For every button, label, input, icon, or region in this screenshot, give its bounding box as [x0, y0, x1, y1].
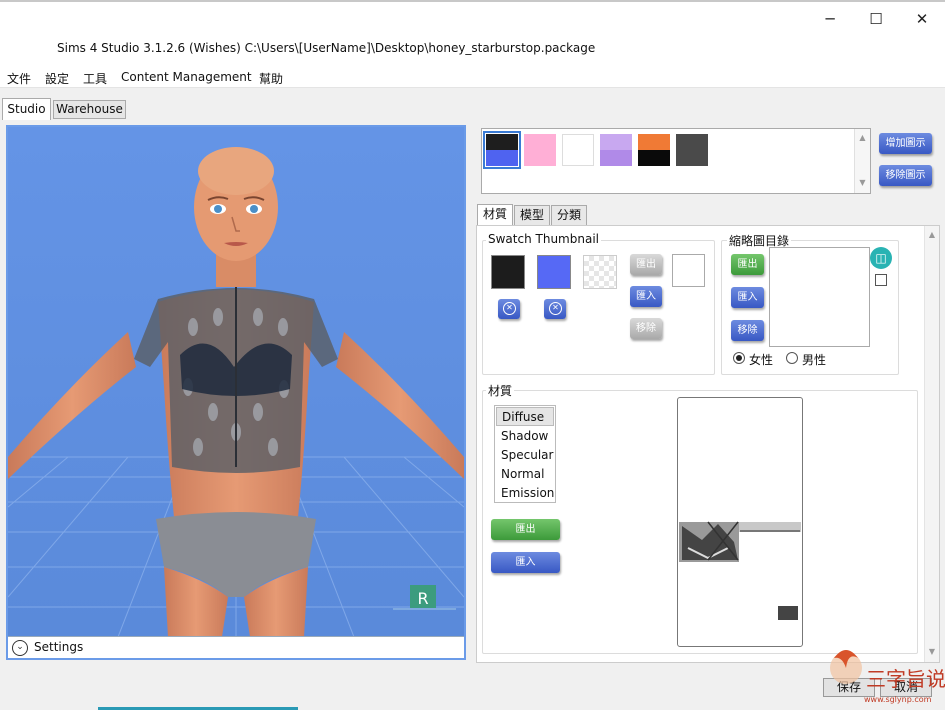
tab-studio[interactable]: Studio: [2, 98, 51, 120]
material-list[interactable]: Diffuse Shadow Specular Normal Emission: [494, 405, 556, 503]
material-export-button[interactable]: 匯出: [491, 519, 560, 540]
female-radio[interactable]: [733, 352, 745, 364]
close-circle-icon: ✕: [503, 302, 516, 315]
tab-category[interactable]: 分類: [551, 205, 587, 225]
remove-swatch-button[interactable]: 移除圖示: [879, 165, 932, 186]
settings-bar[interactable]: ⌄ Settings: [8, 636, 464, 658]
settings-label: Settings: [34, 640, 84, 654]
female-label: 女性: [749, 353, 774, 367]
male-radio[interactable]: [786, 352, 798, 364]
swatch-item[interactable]: [600, 134, 632, 166]
clear-blue-thumbnail-button[interactable]: ✕: [544, 299, 566, 319]
list-item[interactable]: Specular: [496, 446, 554, 465]
swatch-list[interactable]: ▲ ▼: [481, 128, 871, 194]
maximize-button[interactable]: ☐: [865, 10, 887, 28]
sims-photo-icon[interactable]: ◫: [870, 247, 892, 269]
gizmo-letter: R: [417, 589, 428, 608]
main-tab-strip: Studio Warehouse: [0, 98, 470, 120]
model-render: R: [8, 127, 464, 637]
directory-checkbox[interactable]: [875, 274, 887, 286]
thumbnail-export-button[interactable]: 匯出: [630, 254, 662, 275]
texture-image: [679, 521, 801, 620]
list-item[interactable]: Diffuse: [496, 407, 554, 426]
thumbnail-transparent[interactable]: [583, 255, 617, 289]
directory-remove-button[interactable]: 移除: [731, 320, 764, 341]
male-label: 男性: [802, 353, 827, 367]
directory-import-button[interactable]: 匯入: [731, 287, 764, 308]
watermark-logo: 三字旨说 www.sglynp.com: [818, 638, 945, 710]
close-circle-icon: ✕: [549, 302, 562, 315]
swatch-item[interactable]: [562, 134, 594, 166]
thumbnail-remove-button[interactable]: 移除: [630, 318, 662, 339]
swatch-scrollbar[interactable]: ▲ ▼: [854, 129, 870, 193]
chevron-down-icon[interactable]: ⌄: [12, 640, 28, 656]
watermark-url: www.sglynp.com: [864, 695, 932, 704]
directory-preview: [769, 247, 870, 347]
material-title: 材質: [486, 382, 515, 399]
watermark-text: 三字旨说: [866, 667, 945, 691]
tab-material[interactable]: 材質: [477, 204, 513, 225]
app-window: Sims 4 Studio 3.1.2.6 (Wishes) C:\Users\…: [0, 0, 945, 710]
close-button[interactable]: ✕: [911, 10, 933, 28]
texture-preview: [677, 397, 803, 647]
swatch-item[interactable]: [638, 134, 670, 166]
title-bar: Sims 4 Studio 3.1.2.6 (Wishes) C:\Users\…: [0, 2, 945, 68]
menu-bar: 文件 設定 工具 Content Management 幫助: [0, 68, 945, 88]
menu-settings[interactable]: 設定: [45, 70, 69, 87]
clear-dark-thumbnail-button[interactable]: ✕: [498, 299, 520, 319]
menu-content-management[interactable]: Content Management: [121, 70, 252, 84]
minimize-button[interactable]: ─: [819, 10, 841, 28]
material-import-button[interactable]: 匯入: [491, 552, 560, 573]
add-swatch-button[interactable]: 增加圖示: [879, 133, 932, 154]
menu-tools[interactable]: 工具: [83, 70, 107, 87]
menu-help[interactable]: 幫助: [259, 70, 283, 87]
list-item[interactable]: Emission: [496, 484, 554, 503]
bottom-bar: [0, 668, 945, 710]
directory-export-button[interactable]: 匯出: [731, 254, 764, 275]
thumbnail-preview: [672, 254, 705, 287]
swatch-item[interactable]: [676, 134, 708, 166]
menu-file[interactable]: 文件: [7, 70, 31, 87]
list-item[interactable]: Shadow: [496, 427, 554, 446]
list-item[interactable]: Normal: [496, 465, 554, 484]
thumbnail-import-button[interactable]: 匯入: [630, 286, 662, 307]
3d-viewport[interactable]: R ⌄ Settings: [6, 125, 466, 660]
window-title: Sims 4 Studio 3.1.2.6 (Wishes) C:\Users\…: [57, 41, 596, 55]
thumbnail-dark[interactable]: [491, 255, 525, 289]
swatch-thumbnail-title: Swatch Thumbnail: [486, 232, 601, 246]
thumbnail-blue[interactable]: [537, 255, 571, 289]
content-scrollbar[interactable]: ▲ ▼: [924, 226, 939, 662]
tab-warehouse[interactable]: Warehouse: [53, 100, 126, 119]
swatch-item[interactable]: [524, 134, 556, 166]
tab-model[interactable]: 模型: [514, 205, 550, 225]
swatch-item[interactable]: [483, 131, 521, 169]
